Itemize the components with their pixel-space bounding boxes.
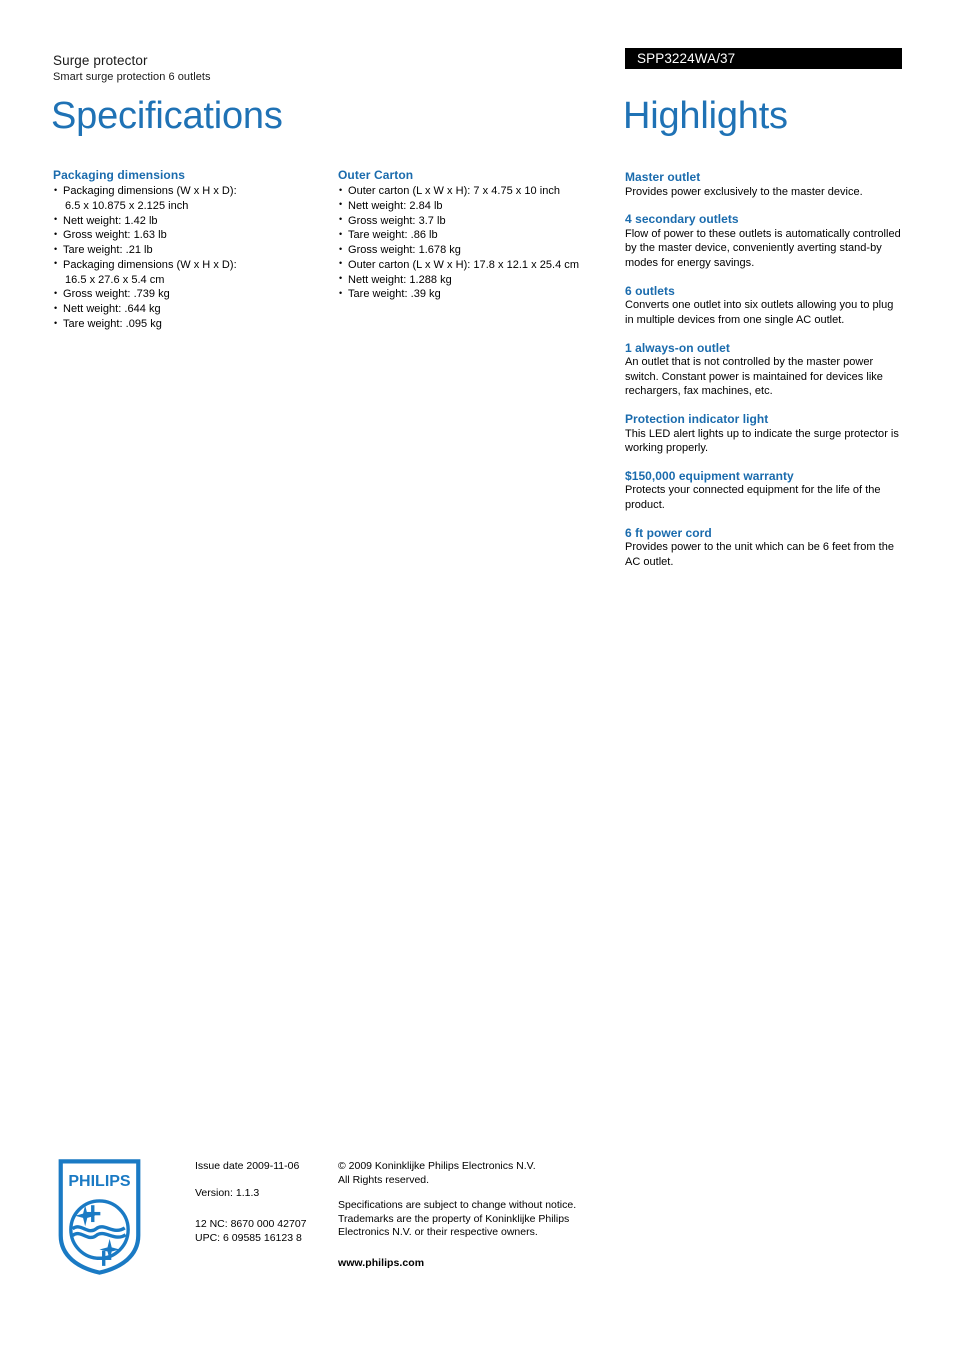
highlight-block: $150,000 equipment warranty Protects you… xyxy=(625,469,903,513)
upc: UPC: 6 09585 16123 8 xyxy=(195,1231,302,1244)
spec-list-packaging: Packaging dimensions (W x H x D): 6.5 x … xyxy=(53,184,328,332)
list-item: Nett weight: 1.42 lb xyxy=(53,213,328,229)
code-group: 12 NC: 8670 000 42707 UPC: 6 09585 16123… xyxy=(195,1218,307,1246)
version: Version: 1.1.3 xyxy=(195,1186,260,1199)
highlight-block: 6 outlets Converts one outlet into six o… xyxy=(625,284,903,328)
list-item: Gross weight: 3.7 lb xyxy=(338,213,613,229)
spec-text: Gross weight: .739 kg xyxy=(63,288,170,301)
highlight-title: 6 ft power cord xyxy=(625,525,712,540)
list-item: Tare weight: .39 kg xyxy=(338,287,613,302)
spec-text: Nett weight: 2.84 lb xyxy=(348,199,443,212)
list-item: Gross weight: 1.678 kg xyxy=(338,243,613,258)
spec-text-cont: 6.5 x 10.875 x 2.125 inch xyxy=(65,199,189,212)
highlight-body: Provides power exclusively to the master… xyxy=(625,185,863,198)
list-item: Tare weight: .86 lb xyxy=(338,228,613,243)
list-item: Packaging dimensions (W x H x D): 6.5 x … xyxy=(53,184,328,214)
spec-text: Nett weight: 1.42 lb xyxy=(63,214,158,227)
highlight-title: Protection indicator light xyxy=(625,412,769,427)
list-item: Tare weight: .095 kg xyxy=(53,317,328,332)
issue-date: Issue date 2009-11-06 xyxy=(195,1160,300,1172)
highlight-block: 4 secondary outlets Flow of power to the… xyxy=(625,212,903,271)
product-tagline: Smart surge protection 6 outlets xyxy=(53,71,211,84)
spec-text: Gross weight: 1.678 kg xyxy=(348,244,461,257)
list-item: Nett weight: 1.288 kg xyxy=(338,272,613,288)
section-heading: Packaging dimensions xyxy=(53,168,186,182)
spec-text: Nett weight: .644 kg xyxy=(63,303,161,316)
list-item: Packaging dimensions (W x H x D): 16.5 x… xyxy=(53,257,328,288)
footer-legal-column: © 2009 Koninklijke Philips Electronics N… xyxy=(338,1160,628,1271)
spec-list-outer-carton: Outer carton (L x W x H): 7 x 4.75 x 10 … xyxy=(338,184,613,302)
list-item: Tare weight: .21 lb xyxy=(53,243,328,258)
spec-text-cont: 16.5 x 27.6 x 5.4 cm xyxy=(65,273,165,286)
highlight-title: 4 secondary outlets xyxy=(625,212,739,227)
list-item: Nett weight: 2.84 lb xyxy=(338,198,613,214)
spec-text: Gross weight: 1.63 lb xyxy=(63,229,167,242)
highlight-block: Protection indicator light This LED aler… xyxy=(625,412,903,456)
highlight-title: Master outlet xyxy=(625,170,701,184)
highlight-body: Provides power to the unit which can be … xyxy=(625,541,894,568)
spec-text: Tare weight: .39 kg xyxy=(348,288,441,301)
list-item: Outer carton (L x W x H): 7 x 4.75 x 10 … xyxy=(338,184,613,199)
highlight-body: An outlet that is not controlled by the … xyxy=(625,356,883,398)
disclaimer-line-1: Specifications are subject to change wit… xyxy=(338,1198,577,1211)
copyright-line-2: All Rights reserved. xyxy=(338,1173,430,1186)
product-identity-block: Surge protector Smart surge protection 6… xyxy=(53,52,211,84)
spec-text: Outer carton (L x W x H): 17.8 x 12.1 x … xyxy=(348,258,580,271)
spec-text: Nett weight: 1.288 kg xyxy=(348,273,452,286)
spec-text: Tare weight: .86 lb xyxy=(348,229,438,242)
highlight-body: This LED alert lights up to indicate the… xyxy=(625,427,899,455)
list-item: Gross weight: .739 kg xyxy=(53,287,328,302)
highlight-title: $150,000 equipment warranty xyxy=(625,468,794,483)
product-code-bar: SPP3224WA/37 xyxy=(625,48,902,69)
highlight-body: Converts one outlet into six outlets all… xyxy=(625,299,894,326)
disclaimer-line-2: Trademarks are the property of Koninklij… xyxy=(338,1212,570,1225)
disclaimer-line-3: Electronics N.V. or their respective own… xyxy=(338,1226,538,1239)
spec-text: Tare weight: .095 kg xyxy=(63,318,162,331)
product-code: SPP3224WA/37 xyxy=(637,51,736,66)
list-item: Gross weight: 1.63 lb xyxy=(53,228,328,243)
highlight-title: 1 always-on outlet xyxy=(625,340,730,355)
copyright-line-1: © 2009 Koninklijke Philips Electronics N… xyxy=(338,1160,536,1172)
page-title-highlights: Highlights xyxy=(623,95,788,137)
product-name: Surge protector xyxy=(53,53,148,68)
spec-text: Gross weight: 3.7 lb xyxy=(348,214,446,227)
spec-text: Outer carton (L x W x H): 7 x 4.75 x 10 … xyxy=(348,185,560,197)
highlight-block: 6 ft power cord Provides power to the un… xyxy=(625,526,903,570)
page-title-specifications: Specifications xyxy=(51,95,283,137)
highlights-column: Master outlet Provides power exclusively… xyxy=(625,170,903,570)
highlight-block: 1 always-on outlet An outlet that is not… xyxy=(625,341,903,400)
spec-column-packaging: Packaging dimensions Packaging dimension… xyxy=(53,168,328,332)
footer-meta-column: Issue date 2009-11-06 Version: 1.1.3 12 … xyxy=(195,1160,307,1245)
spec-text: Packaging dimensions (W x H x D): xyxy=(63,185,237,197)
philips-wordmark: PHILIPS xyxy=(68,1173,131,1190)
highlight-block: Master outlet Provides power exclusively… xyxy=(625,170,903,199)
disclaimer-block: Specifications are subject to change wit… xyxy=(338,1199,628,1241)
copyright-block: © 2009 Koninklijke Philips Electronics N… xyxy=(338,1160,628,1188)
highlight-title: 6 outlets xyxy=(625,283,675,298)
spec-text: Tare weight: .21 lb xyxy=(63,244,153,257)
spec-text: Packaging dimensions (W x H x D): xyxy=(63,258,237,271)
philips-logo: PHILIPS xyxy=(58,1159,141,1275)
spec-column-outer-carton: Outer Carton Outer carton (L x W x H): 7… xyxy=(338,168,613,302)
section-heading: Outer Carton xyxy=(338,168,414,182)
highlight-body: Protects your connected equipment for th… xyxy=(625,484,881,512)
twelve-nc: 12 NC: 8670 000 42707 xyxy=(195,1217,307,1230)
list-item: Outer carton (L x W x H): 17.8 x 12.1 x … xyxy=(338,257,613,273)
website-link[interactable]: www.philips.com xyxy=(338,1257,628,1271)
list-item: Nett weight: .644 kg xyxy=(53,302,328,317)
highlight-body: Flow of power to these outlets is automa… xyxy=(625,227,901,270)
